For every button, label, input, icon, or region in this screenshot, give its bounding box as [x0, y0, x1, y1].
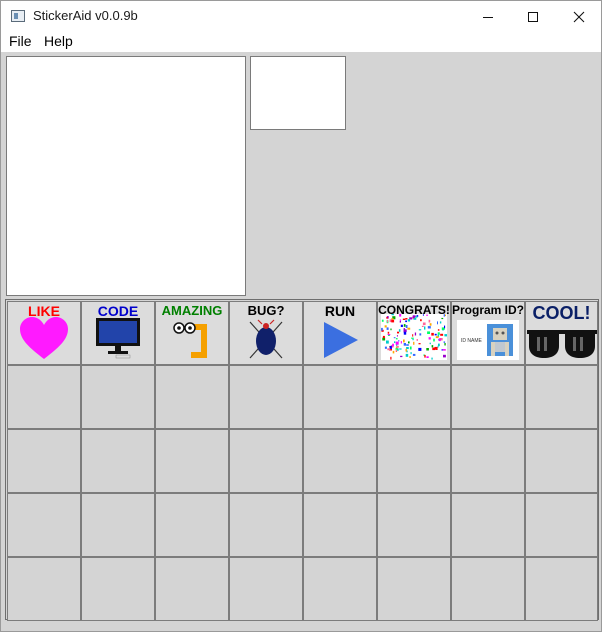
- maximize-icon: [528, 11, 538, 22]
- empty-sticker-cell[interactable]: [451, 493, 525, 557]
- empty-sticker-cell[interactable]: [155, 557, 229, 621]
- empty-sticker-cell[interactable]: [377, 429, 451, 493]
- empty-sticker-cell[interactable]: [377, 557, 451, 621]
- maximize-button[interactable]: [510, 1, 556, 32]
- title-bar[interactable]: StickerAid v0.0.9b: [1, 1, 601, 32]
- sticker-cell-play-triangle[interactable]: RUN: [303, 301, 377, 365]
- sticker-cell-bug[interactable]: BUG?: [229, 301, 303, 365]
- empty-sticker-cell[interactable]: [155, 429, 229, 493]
- empty-sticker-cell[interactable]: [7, 365, 81, 429]
- empty-sticker-cell[interactable]: [7, 493, 81, 557]
- minimize-button[interactable]: [465, 1, 511, 32]
- sticker-cell-heart[interactable]: LIKE: [7, 301, 81, 365]
- close-button[interactable]: [556, 1, 602, 32]
- sticker-label: COOL!: [532, 303, 591, 323]
- empty-sticker-cell[interactable]: [81, 365, 155, 429]
- sunglasses-icon: [526, 328, 597, 360]
- empty-sticker-cell[interactable]: [81, 557, 155, 621]
- sticker-preview-canvas[interactable]: [6, 56, 246, 296]
- empty-sticker-cell[interactable]: [155, 493, 229, 557]
- empty-sticker-cell[interactable]: [229, 557, 303, 621]
- empty-sticker-cell[interactable]: [451, 429, 525, 493]
- empty-sticker-cell[interactable]: [377, 493, 451, 557]
- empty-sticker-cell[interactable]: [81, 493, 155, 557]
- sticker-cell-sunglasses[interactable]: COOL!: [525, 301, 598, 365]
- empty-sticker-cell[interactable]: [525, 365, 598, 429]
- empty-sticker-cell[interactable]: [303, 429, 377, 493]
- empty-sticker-cell[interactable]: [525, 429, 598, 493]
- sticker-cell-confetti[interactable]: CONGRATS!: [377, 301, 451, 365]
- empty-sticker-cell[interactable]: [451, 365, 525, 429]
- id-card-icon: ID NAME: [452, 320, 524, 360]
- sticker-label: Program ID?: [452, 303, 525, 317]
- menu-help[interactable]: Help: [42, 33, 75, 49]
- window-title: StickerAid v0.0.9b: [33, 8, 138, 23]
- menu-bar: File Help: [1, 32, 601, 52]
- empty-sticker-cell[interactable]: [7, 557, 81, 621]
- empty-sticker-cell[interactable]: [303, 493, 377, 557]
- sticker-cell-id-card[interactable]: Program ID? ID NAME: [451, 301, 525, 365]
- sticker-grid: LIKE CODE AMAZING BUG? RUN CONGRATS! Program I…: [5, 299, 599, 621]
- play-triangle-icon: [304, 320, 376, 360]
- googly-eyes-icon: [156, 318, 228, 360]
- empty-sticker-cell[interactable]: [229, 493, 303, 557]
- monitor-icon: [82, 316, 154, 360]
- empty-sticker-cell[interactable]: [377, 365, 451, 429]
- empty-sticker-cell[interactable]: [525, 493, 598, 557]
- confetti-icon: [378, 314, 450, 360]
- empty-sticker-cell[interactable]: [525, 557, 598, 621]
- heart-icon: [8, 316, 80, 360]
- empty-sticker-cell[interactable]: [229, 365, 303, 429]
- sticker-label: RUN: [324, 303, 356, 319]
- sticker-label: AMAZING: [161, 303, 223, 318]
- app-window: StickerAid v0.0.9b File Help LIKE CODE AMA…: [0, 0, 602, 632]
- bug-icon: [230, 318, 302, 360]
- empty-sticker-cell[interactable]: [303, 557, 377, 621]
- sticker-cell-googly-eyes[interactable]: AMAZING: [155, 301, 229, 365]
- app-icon: [11, 10, 25, 22]
- empty-sticker-cell[interactable]: [7, 429, 81, 493]
- empty-sticker-cell[interactable]: [155, 365, 229, 429]
- svg-text:ID NAME: ID NAME: [461, 338, 483, 344]
- menu-file[interactable]: File: [7, 33, 34, 49]
- empty-sticker-cell[interactable]: [81, 429, 155, 493]
- sticker-thumbnail-canvas[interactable]: [250, 56, 346, 130]
- empty-sticker-cell[interactable]: [451, 557, 525, 621]
- minimize-icon: [483, 16, 493, 18]
- close-icon: [573, 11, 585, 22]
- sticker-label: BUG?: [247, 303, 285, 318]
- sticker-cell-monitor[interactable]: CODE: [81, 301, 155, 365]
- empty-sticker-cell[interactable]: [303, 365, 377, 429]
- empty-sticker-cell[interactable]: [229, 429, 303, 493]
